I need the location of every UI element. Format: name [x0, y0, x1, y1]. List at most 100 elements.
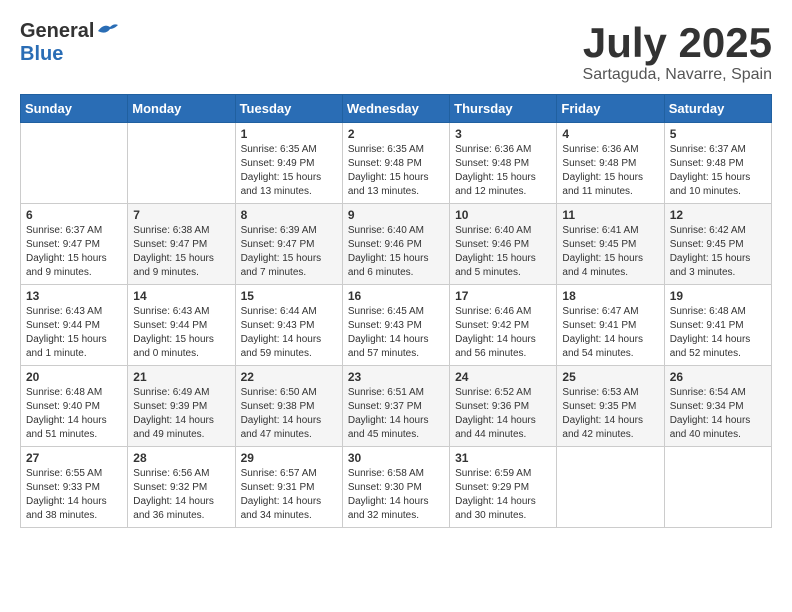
- day-info: Sunrise: 6:56 AMSunset: 9:32 PMDaylight:…: [133, 467, 229, 523]
- day-number: 24: [455, 370, 551, 384]
- calendar-cell: 14 Sunrise: 6:43 AMSunset: 9:44 PMDayligh…: [128, 285, 235, 366]
- calendar-cell: [664, 447, 771, 528]
- calendar-header-row: SundayMondayTuesdayWednesdayThursdayFrid…: [21, 95, 772, 123]
- day-of-week-header: Tuesday: [235, 95, 342, 123]
- day-number: 29: [241, 451, 337, 465]
- calendar-cell: [21, 123, 128, 204]
- calendar-cell: 16 Sunrise: 6:45 AMSunset: 9:43 PMDayligh…: [342, 285, 449, 366]
- day-number: 10: [455, 208, 551, 222]
- day-info: Sunrise: 6:57 AMSunset: 9:31 PMDaylight:…: [241, 467, 337, 523]
- calendar-cell: 11 Sunrise: 6:41 AMSunset: 9:45 PMDayligh…: [557, 204, 664, 285]
- day-info: Sunrise: 6:58 AMSunset: 9:30 PMDaylight:…: [348, 467, 444, 523]
- calendar-cell: 26 Sunrise: 6:54 AMSunset: 9:34 PMDayligh…: [664, 366, 771, 447]
- calendar-cell: 3Sunrise: 6:36 AMSunset: 9:48 PMDaylight…: [450, 123, 557, 204]
- day-number: 12: [670, 208, 766, 222]
- day-info: Sunrise: 6:35 AMSunset: 9:48 PMDaylight:…: [348, 143, 444, 199]
- logo-bird-icon: [96, 21, 118, 39]
- calendar-cell: 13 Sunrise: 6:43 AMSunset: 9:44 PMDayligh…: [21, 285, 128, 366]
- day-number: 16: [348, 289, 444, 303]
- day-number: 14: [133, 289, 229, 303]
- day-info: Sunrise: 6:48 AMSunset: 9:40 PMDaylight:…: [26, 386, 122, 442]
- calendar-cell: 30 Sunrise: 6:58 AMSunset: 9:30 PMDayligh…: [342, 447, 449, 528]
- day-number: 11: [562, 208, 658, 222]
- day-info: Sunrise: 6:53 AMSunset: 9:35 PMDaylight:…: [562, 386, 658, 442]
- day-info: Sunrise: 6:43 AMSunset: 9:44 PMDaylight:…: [26, 305, 122, 361]
- calendar-cell: 2 Sunrise: 6:35 AMSunset: 9:48 PMDaylight…: [342, 123, 449, 204]
- logo: General Blue: [20, 20, 118, 66]
- calendar-cell: 17 Sunrise: 6:46 AMSunset: 9:42 PMDayligh…: [450, 285, 557, 366]
- calendar-cell: 10 Sunrise: 6:40 AMSunset: 9:46 PMDayligh…: [450, 204, 557, 285]
- day-info: Sunrise: 6:36 AMSunset: 9:48 PMDaylight:…: [562, 143, 658, 199]
- calendar-cell: 9Sunrise: 6:40 AMSunset: 9:46 PMDaylight…: [342, 204, 449, 285]
- day-info: Sunrise: 6:49 AMSunset: 9:39 PMDaylight:…: [133, 386, 229, 442]
- day-info: Sunrise: 6:38 AMSunset: 9:47 PMDaylight:…: [133, 224, 229, 280]
- day-info: Sunrise: 6:41 AMSunset: 9:45 PMDaylight:…: [562, 224, 658, 280]
- calendar-cell: 8Sunrise: 6:39 AMSunset: 9:47 PMDaylight…: [235, 204, 342, 285]
- day-info: Sunrise: 6:51 AMSunset: 9:37 PMDaylight:…: [348, 386, 444, 442]
- calendar-cell: 12 Sunrise: 6:42 AMSunset: 9:45 PMDayligh…: [664, 204, 771, 285]
- calendar-cell: 7 Sunrise: 6:38 AMSunset: 9:47 PMDaylight…: [128, 204, 235, 285]
- day-info: Sunrise: 6:44 AMSunset: 9:43 PMDaylight:…: [241, 305, 337, 361]
- calendar-cell: 19Sunrise: 6:48 AMSunset: 9:41 PMDayligh…: [664, 285, 771, 366]
- day-info: Sunrise: 6:52 AMSunset: 9:36 PMDaylight:…: [455, 386, 551, 442]
- day-number: 6: [26, 208, 122, 222]
- day-of-week-header: Wednesday: [342, 95, 449, 123]
- day-info: Sunrise: 6:37 AMSunset: 9:48 PMDaylight:…: [670, 143, 766, 199]
- calendar-cell: 6 Sunrise: 6:37 AMSunset: 9:47 PMDaylight…: [21, 204, 128, 285]
- day-number: 17: [455, 289, 551, 303]
- day-number: 15: [241, 289, 337, 303]
- logo-blue-text: Blue: [20, 43, 63, 66]
- day-of-week-header: Sunday: [21, 95, 128, 123]
- calendar-week-row: 1 Sunrise: 6:35 AMSunset: 9:49 PMDaylight…: [21, 123, 772, 204]
- calendar-cell: 18Sunrise: 6:47 AMSunset: 9:41 PMDayligh…: [557, 285, 664, 366]
- day-info: Sunrise: 6:45 AMSunset: 9:43 PMDaylight:…: [348, 305, 444, 361]
- calendar-cell: 31Sunrise: 6:59 AMSunset: 9:29 PMDayligh…: [450, 447, 557, 528]
- title-block: July 2025 Sartaguda, Navarre, Spain: [583, 20, 772, 84]
- day-info: Sunrise: 6:35 AMSunset: 9:49 PMDaylight:…: [241, 143, 337, 199]
- day-number: 20: [26, 370, 122, 384]
- calendar-table: SundayMondayTuesdayWednesdayThursdayFrid…: [20, 94, 772, 528]
- calendar-cell: 25Sunrise: 6:53 AMSunset: 9:35 PMDayligh…: [557, 366, 664, 447]
- calendar-cell: 22Sunrise: 6:50 AMSunset: 9:38 PMDayligh…: [235, 366, 342, 447]
- day-number: 27: [26, 451, 122, 465]
- day-info: Sunrise: 6:55 AMSunset: 9:33 PMDaylight:…: [26, 467, 122, 523]
- calendar-cell: 23 Sunrise: 6:51 AMSunset: 9:37 PMDayligh…: [342, 366, 449, 447]
- day-number: 30: [348, 451, 444, 465]
- logo-general-text: General: [20, 20, 94, 43]
- day-info: Sunrise: 6:47 AMSunset: 9:41 PMDaylight:…: [562, 305, 658, 361]
- day-info: Sunrise: 6:42 AMSunset: 9:45 PMDaylight:…: [670, 224, 766, 280]
- day-number: 13: [26, 289, 122, 303]
- calendar-cell: [128, 123, 235, 204]
- day-info: Sunrise: 6:37 AMSunset: 9:47 PMDaylight:…: [26, 224, 122, 280]
- calendar-week-row: 6 Sunrise: 6:37 AMSunset: 9:47 PMDaylight…: [21, 204, 772, 285]
- day-info: Sunrise: 6:50 AMSunset: 9:38 PMDaylight:…: [241, 386, 337, 442]
- page-header: General Blue July 2025 Sartaguda, Navarr…: [20, 20, 772, 84]
- day-number: 23: [348, 370, 444, 384]
- day-number: 26: [670, 370, 766, 384]
- day-number: 2: [348, 127, 444, 141]
- calendar-cell: 28 Sunrise: 6:56 AMSunset: 9:32 PMDayligh…: [128, 447, 235, 528]
- calendar-cell: 24 Sunrise: 6:52 AMSunset: 9:36 PMDayligh…: [450, 366, 557, 447]
- day-number: 3: [455, 127, 551, 141]
- calendar-cell: 29 Sunrise: 6:57 AMSunset: 9:31 PMDayligh…: [235, 447, 342, 528]
- day-info: Sunrise: 6:54 AMSunset: 9:34 PMDaylight:…: [670, 386, 766, 442]
- day-info: Sunrise: 6:48 AMSunset: 9:41 PMDaylight:…: [670, 305, 766, 361]
- day-number: 9: [348, 208, 444, 222]
- day-number: 28: [133, 451, 229, 465]
- calendar-cell: 21Sunrise: 6:49 AMSunset: 9:39 PMDayligh…: [128, 366, 235, 447]
- month-title: July 2025: [583, 20, 772, 66]
- calendar-cell: [557, 447, 664, 528]
- calendar-cell: 1 Sunrise: 6:35 AMSunset: 9:49 PMDaylight…: [235, 123, 342, 204]
- calendar-cell: 20 Sunrise: 6:48 AMSunset: 9:40 PMDayligh…: [21, 366, 128, 447]
- day-info: Sunrise: 6:43 AMSunset: 9:44 PMDaylight:…: [133, 305, 229, 361]
- day-number: 1: [241, 127, 337, 141]
- calendar-cell: 5Sunrise: 6:37 AMSunset: 9:48 PMDaylight…: [664, 123, 771, 204]
- day-of-week-header: Friday: [557, 95, 664, 123]
- day-number: 7: [133, 208, 229, 222]
- location-subtitle: Sartaguda, Navarre, Spain: [583, 66, 772, 84]
- calendar-cell: 27 Sunrise: 6:55 AMSunset: 9:33 PMDayligh…: [21, 447, 128, 528]
- calendar-week-row: 20 Sunrise: 6:48 AMSunset: 9:40 PMDayligh…: [21, 366, 772, 447]
- calendar-week-row: 13 Sunrise: 6:43 AMSunset: 9:44 PMDayligh…: [21, 285, 772, 366]
- day-info: Sunrise: 6:40 AMSunset: 9:46 PMDaylight:…: [455, 224, 551, 280]
- day-info: Sunrise: 6:46 AMSunset: 9:42 PMDaylight:…: [455, 305, 551, 361]
